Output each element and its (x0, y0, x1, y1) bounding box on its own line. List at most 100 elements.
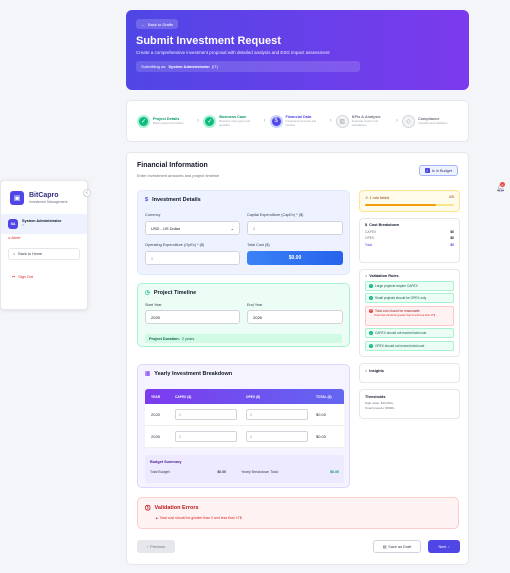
insights-title: Insights (369, 369, 384, 373)
shield-icon: ◇ (402, 114, 415, 128)
yearly-table: YEAR CAPEX ($) OPEX ($) TOTAL ($) 2025 0… (145, 389, 344, 448)
arrow-left-icon: ← (141, 21, 145, 27)
sign-out-label: Sign Out (18, 274, 33, 279)
cost-label: CAPEX (365, 229, 377, 234)
save-icon: ▤ (382, 545, 387, 549)
cost-label: OPEX (365, 236, 375, 240)
table-header: YEAR CAPEX ($) OPEX ($) TOTAL ($) (145, 389, 344, 404)
project-duration: Project Duration: 2 years (145, 334, 342, 343)
save-draft-button[interactable]: ▤ Save as Draft (373, 540, 421, 553)
check-icon: ✓ (203, 114, 217, 128)
step-financial-data[interactable]: $ Financial Data Investment amounts and t… (269, 114, 326, 128)
rules-progress-bar (365, 204, 454, 206)
submitting-dept: (IT) (211, 64, 218, 69)
step-desc: Checklist and validation (418, 120, 448, 125)
page-title: Submit Investment Request (136, 35, 281, 47)
cost-row: CAPEX $0 (365, 230, 454, 234)
back-to-drafts-button[interactable]: ← Back to Drafts (136, 19, 179, 29)
rule-label: Large projects require CAPEX (375, 283, 418, 288)
step-compliance[interactable]: ◇ Compliance Checklist and validation (402, 114, 458, 128)
next-button[interactable]: Next › (428, 540, 460, 553)
bar-chart-icon: ▥ (145, 371, 151, 377)
submitting-as-bar: Submitting as: System Administrator (IT) (136, 61, 360, 72)
card-title: Yearly Investment Breakdown (154, 371, 233, 377)
sidebar-brand: ▣ BitCapro Investment Management (1, 181, 87, 212)
lightbulb-icon: ○ (365, 369, 368, 373)
rules-status-label: 1 rule failed (369, 196, 390, 200)
insights-card[interactable]: ○ Insights (359, 363, 460, 383)
capex-input[interactable]: 0 (247, 221, 343, 235)
rule-detail: Total cost should be greater than 0 and … (374, 313, 436, 317)
sidebar: ‹ ▣ BitCapro Investment Management SA Sy… (0, 180, 91, 310)
duration-label: Project Duration: (149, 336, 180, 341)
dollar-icon: $ (145, 197, 149, 203)
validation-rule: ✓ Large projects require CAPEX (365, 280, 454, 291)
clock-icon: ◷ (145, 290, 150, 296)
section-title: Financial Information (137, 162, 208, 169)
project-timeline-card: ◷ Project Timeline Start Year 2025 End Ye… (137, 283, 350, 347)
cost-breakdown-title: Cost Breakdown (369, 223, 400, 227)
opex-cell-input[interactable]: 0 (246, 409, 308, 420)
role-badge: ⊘ Admin (1, 236, 87, 240)
circle-icon: ○ (365, 274, 368, 278)
chevron-right-icon: › (197, 118, 200, 124)
step-desc: Financial metrics and calculations (351, 118, 379, 127)
capex-cell-input[interactable]: 0 (175, 409, 237, 420)
currency-value: USD - US Dollar (151, 225, 181, 231)
start-year-label: Start Year (145, 303, 162, 307)
back-home-button[interactable]: ⌂ Back to Home (8, 248, 80, 260)
submitting-prefix: Submitting as: (141, 64, 167, 69)
step-business-case[interactable]: ✓ Business Case Business case types and s… (203, 114, 259, 128)
page-header: ← Back to Drafts Submit Investment Reques… (126, 10, 469, 90)
dollar-icon: $ (269, 114, 283, 128)
check-icon: ✓ (369, 296, 373, 300)
chevron-right-icon: › (329, 118, 332, 124)
cost-label: Total (365, 242, 372, 247)
chevron-left-icon: ‹ (146, 544, 149, 549)
thresholds-title: Thresholds (365, 395, 386, 399)
submitting-user: System Administrator (168, 64, 210, 69)
step-desc: Investment amounts and timeline (285, 118, 317, 127)
investment-details-card: $ Investment Details Currency USD - US Do… (137, 190, 350, 275)
previous-button[interactable]: ‹ Previous (137, 540, 175, 553)
rules-progress-fill (365, 204, 437, 206)
brand-subtitle: Investment Management (29, 200, 68, 204)
total-cell: $0.00 (316, 434, 327, 439)
capex-label: Capital Expenditure (CapEx) * ($) (247, 213, 304, 217)
home-icon: ⌂ (13, 252, 16, 256)
step-kpis-analysis[interactable]: ▥ KPIs & Analysis Financial metrics and c… (335, 114, 392, 128)
currency-label: Currency (145, 213, 161, 217)
cost-value: $0 (450, 236, 454, 240)
duration-value: 2 years (181, 336, 195, 341)
currency-select[interactable]: USD - US Dollar ⌄ (145, 221, 240, 235)
end-year-input[interactable]: 2026 (247, 310, 343, 324)
year-cell: 2025 (151, 412, 160, 417)
check-icon: ✓ (369, 283, 373, 288)
rules-status-card: ⚠ 1 rule failed 4/5 (359, 190, 460, 212)
opex-input[interactable]: 0 (145, 251, 240, 265)
total-cost-value: $0.00 (247, 251, 343, 265)
alert-circle-icon: ⓵ (145, 506, 151, 512)
step-project-details[interactable]: ✓ Project Details Basic project informati… (137, 114, 193, 128)
save-draft-label: Save as Draft (388, 544, 412, 549)
in-budget-checkbox[interactable]: ✓ Is In Budget (418, 165, 458, 176)
opex-cell-input[interactable]: 0 (246, 431, 308, 442)
yearly-total-label: Yearly Breakdown Total: (241, 470, 279, 474)
next-label: Next (438, 544, 447, 549)
sign-out-button[interactable]: ↦ Sign Out (8, 274, 80, 280)
step-desc: Business case types and specifics (219, 118, 251, 127)
yearly-breakdown-card: ▥ Yearly Investment Breakdown YEAR CAPEX … (137, 364, 350, 488)
validation-rule: ✓ OPEX should not exceed total cost (365, 340, 454, 351)
rule-label: Total cost should be reasonable (375, 308, 420, 313)
start-year-input[interactable]: 2025 (145, 310, 240, 324)
total-budget-label: Total Budget: (150, 470, 171, 474)
total-cell: $0.00 (316, 412, 327, 417)
chevron-right-icon: › (263, 118, 266, 124)
check-icon: ✓ (369, 331, 373, 335)
x-icon: ✕ (369, 308, 373, 313)
validation-rules-title: Validation Rules (369, 274, 399, 278)
validation-errors-card: ⓵ Validation Errors ▲ Total cost should b… (137, 497, 459, 529)
step-indicator: ✓ Project Details Basic project informati… (126, 100, 469, 142)
capex-cell-input[interactable]: 0 (175, 431, 237, 442)
collapse-sidebar-button[interactable]: ‹ (83, 189, 91, 197)
